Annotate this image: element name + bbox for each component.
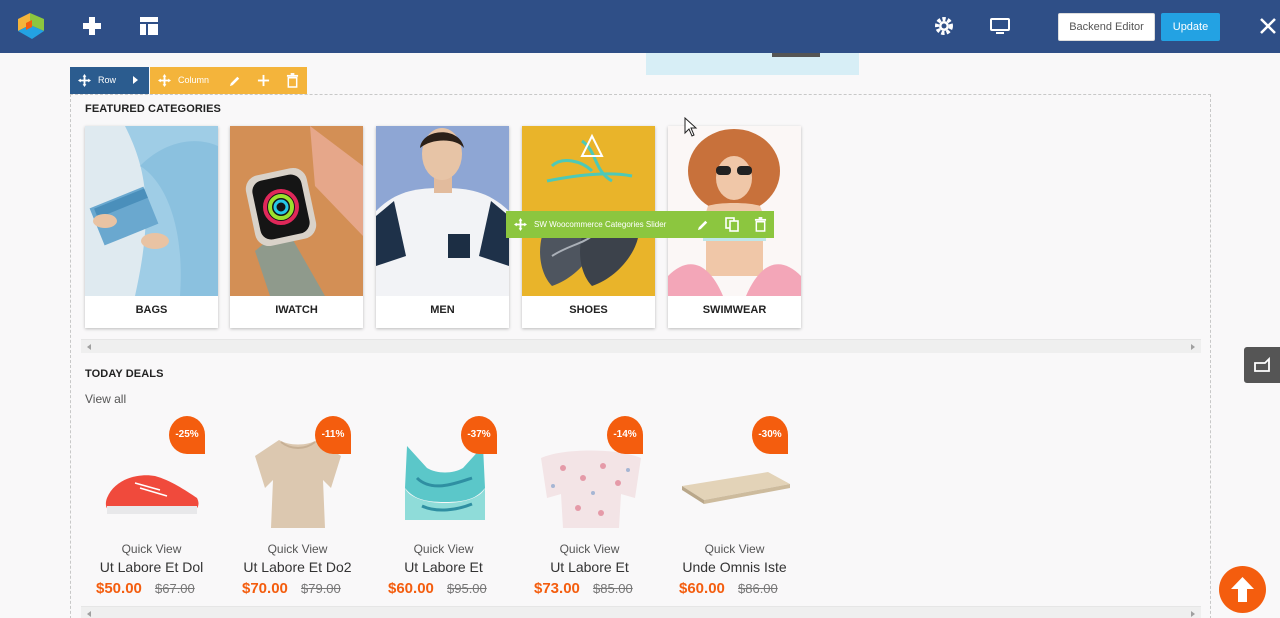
original-price: $95.00 [447,581,487,596]
category-label: SWIMWEAR [702,304,767,316]
original-price: $79.00 [301,581,341,596]
sale-price: $50.00 [96,580,142,597]
scroll-right-icon[interactable] [1191,611,1195,617]
quick-view-link[interactable]: Quick View [668,542,801,556]
category-label: BAGS [135,304,168,316]
quick-view-link[interactable]: Quick View [523,542,656,556]
edit-icon[interactable] [229,74,242,87]
side-panel-toggle[interactable] [1244,347,1280,383]
iwatch-category-image [230,126,363,296]
discount-badge: -14% [607,416,643,454]
banner-image-remnant [646,53,859,75]
view-all-link[interactable]: View all [85,392,126,406]
deals-scrollbar[interactable] [81,606,1201,618]
quick-view-link[interactable]: Quick View [85,542,218,556]
element-controls[interactable]: SW Woocommerce Categories Slider [506,211,774,238]
trash-icon[interactable] [286,73,299,88]
scroll-right-icon[interactable] [1191,344,1195,350]
move-icon[interactable] [514,218,527,231]
close-icon[interactable] [1256,14,1280,38]
original-price: $85.00 [593,581,633,596]
discount-badge: -37% [461,416,497,454]
category-label: IWATCH [275,304,318,316]
row-label: Row [98,75,117,85]
sale-price: $73.00 [534,580,580,597]
add-icon[interactable] [257,74,270,87]
column-controls[interactable]: Column [150,67,307,94]
discount-badge: -25% [169,416,205,454]
original-price: $86.00 [738,581,778,596]
trash-icon[interactable] [754,217,767,232]
deal-item[interactable]: -14% Quick View Ut Labore Et $73.00 $85.… [523,416,663,606]
column-label: Column [178,75,210,85]
settings-icon[interactable] [932,14,956,38]
quick-view-link[interactable]: Quick View [231,542,364,556]
product-name[interactable]: Ut Labore Et [518,559,661,575]
category-label: SHOES [569,304,608,316]
discount-badge: -30% [752,416,788,454]
original-price: $67.00 [155,581,195,596]
deal-item[interactable]: -11% Quick View Ut Labore Et Do2 $70.00 … [231,416,371,606]
add-element-icon[interactable] [80,14,104,38]
move-icon[interactable] [158,74,171,87]
deal-item[interactable]: -37% Quick View Ut Labore Et $60.00 $95.… [377,416,517,606]
chevron-right-icon[interactable] [133,76,138,84]
deal-item[interactable]: -30% Quick View Unde Omnis Iste $60.00 $… [668,416,808,606]
categories-scrollbar[interactable] [81,339,1201,353]
product-name[interactable]: Ut Labore Et Dol [80,559,223,575]
arrow-up-icon [1231,577,1254,602]
scroll-left-icon[interactable] [87,344,91,350]
templates-icon[interactable] [137,14,161,38]
scroll-left-icon[interactable] [87,611,91,617]
category-card-iwatch[interactable]: IWATCH [230,126,363,328]
edit-icon[interactable] [697,218,710,231]
today-deals-title: TODAY DEALS [85,368,164,380]
responsive-icon[interactable] [988,14,1012,38]
category-label: MEN [430,304,455,316]
category-card-men[interactable]: MEN [376,126,509,328]
sale-price: $60.00 [388,580,434,597]
quick-view-link[interactable]: Quick View [377,542,510,556]
backend-editor-button[interactable]: Backend Editor [1058,13,1155,41]
editor-toolbar: Backend Editor Update [0,0,1280,53]
pointer-hand-icon [1254,356,1270,372]
back-to-top-button[interactable] [1219,566,1266,613]
mouse-cursor-icon [684,117,698,137]
row-controls[interactable]: Row [70,67,149,94]
clone-icon[interactable] [725,217,739,232]
product-name[interactable]: Unde Omnis Iste [663,559,806,575]
composer-logo-icon[interactable] [16,11,46,41]
deal-item[interactable]: -25% Quick View Ut Labore Et Dol $50.00 … [85,416,225,606]
move-icon[interactable] [78,74,91,87]
product-name[interactable]: Ut Labore Et Do2 [226,559,369,575]
featured-categories-title: FEATURED CATEGORIES [85,103,221,115]
category-card-bags[interactable]: BAGS [85,126,218,328]
update-button[interactable]: Update [1161,13,1220,41]
element-label: SW Woocommerce Categories Slider [534,220,667,229]
product-name[interactable]: Ut Labore Et [372,559,515,575]
men-category-image [376,126,509,296]
sale-price: $60.00 [679,580,725,597]
sale-price: $70.00 [242,580,288,597]
bags-category-image [85,126,218,296]
discount-badge: -11% [315,416,351,454]
